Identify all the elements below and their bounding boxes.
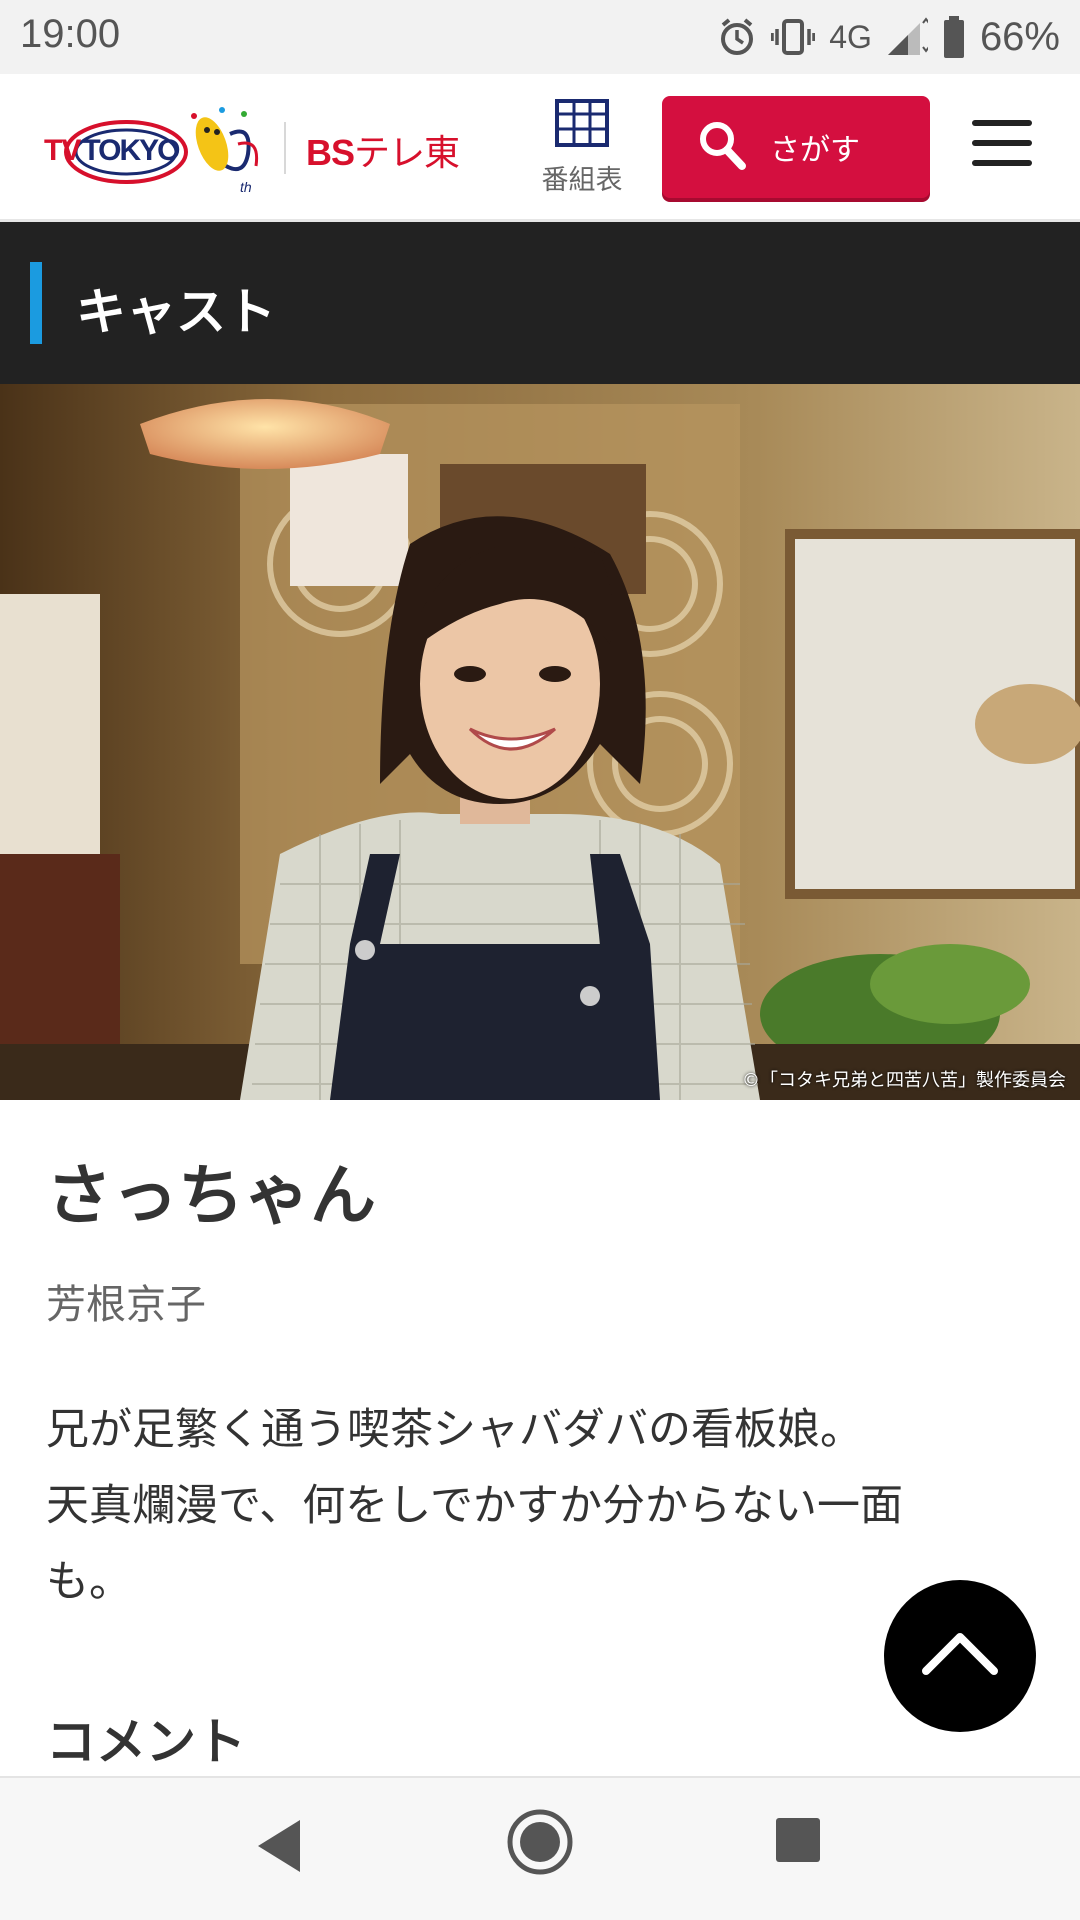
tvtokyo-logo[interactable]: TV TOKYO — [44, 116, 188, 186]
signal-icon — [886, 17, 928, 57]
alarm-icon — [717, 17, 757, 57]
system-nav-bar — [0, 1776, 1080, 1920]
home-icon[interactable] — [506, 1808, 574, 1880]
battery-icon — [942, 16, 966, 58]
search-label: さがす — [770, 133, 860, 168]
battery-level: 66% — [979, 14, 1060, 59]
photo-copyright: ©「コタキ兄弟と四苦八苦」製作委員会 — [742, 1070, 1066, 1091]
scroll-to-top-button[interactable] — [884, 1580, 1036, 1732]
logo-tokyo-text: TOKYO — [82, 134, 180, 167]
site-header: TV TOKYO th BSテレ東 番組表 さがす — [0, 74, 1080, 222]
schedule-button[interactable]: 番組表 — [530, 98, 634, 202]
section-header: キャスト — [0, 222, 1080, 384]
menu-icon[interactable] — [972, 120, 1038, 176]
status-icons: 4G 66% — [717, 12, 1060, 62]
search-icon — [698, 120, 746, 174]
schedule-label: 番組表 — [541, 165, 623, 196]
svg-text:th: th — [240, 179, 252, 195]
network-label: 4G — [829, 18, 872, 55]
logo-bs-rest-text: テレ東 — [354, 132, 460, 173]
character-description: 兄が足繁く通う喫茶シャバダバの看板娘。 天真爛漫で、何をしでかすか分からない一面… — [46, 1392, 1026, 1620]
logo-bs-text: BS — [306, 132, 355, 173]
section-title: キャスト — [76, 283, 276, 341]
cast-photo: ©「コタキ兄弟と四苦八苦」製作委員会 — [0, 384, 1080, 1100]
vibrate-icon — [771, 17, 816, 57]
logo-divider — [284, 122, 286, 174]
section-accent — [30, 262, 42, 344]
search-button[interactable]: さがす — [662, 96, 930, 198]
status-time: 19:00 — [20, 12, 121, 56]
schedule-grid-icon — [554, 99, 610, 152]
description-line: 天真爛漫で、何をしでかすか分からない一面 — [46, 1481, 903, 1531]
bs-teletou-logo[interactable]: BSテレ東 — [306, 124, 460, 176]
description-line: 兄が足繁く通う喫茶シャバダバの看板娘。 — [46, 1405, 863, 1455]
description-line: も。 — [46, 1557, 132, 1607]
mascot-55th-icon: th — [182, 104, 266, 200]
recents-icon[interactable] — [774, 1814, 822, 1870]
status-bar: 19:00 4G 66% — [0, 0, 1080, 74]
character-name: さっちゃん — [46, 1157, 376, 1234]
logo-tv-text: TV — [44, 134, 81, 167]
actor-name: 芳根京子 — [46, 1282, 206, 1328]
back-icon[interactable] — [250, 1814, 310, 1882]
comment-heading: コメント — [46, 1713, 246, 1771]
chevron-up-icon — [920, 1629, 1000, 1683]
